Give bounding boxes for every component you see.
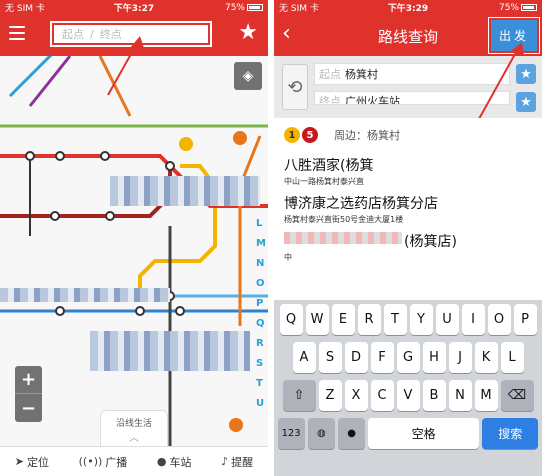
mic-key[interactable]: ● (337, 418, 366, 449)
key-u[interactable]: U (435, 304, 459, 335)
bottom-nav: ➤ 定位 ((•)) 广播 ● 车站 ♪ 提醒 (0, 446, 268, 476)
key-h[interactable]: H (422, 342, 446, 373)
key-p[interactable]: P (513, 304, 537, 335)
result-name: 博济康之选药店杨箕分店 (284, 196, 438, 212)
key-z[interactable]: Z (318, 380, 342, 411)
line-badge: 1 (284, 127, 300, 143)
result-name: 八胜酒家(杨箕 (284, 158, 374, 174)
nearby-text: 周边：杨箕村 (334, 129, 400, 142)
location-icon: ➤ (14, 455, 25, 468)
delete-key[interactable]: ⌫ (500, 380, 534, 411)
nav-item-locate[interactable]: ➤ 定位 (15, 454, 49, 470)
nav-item-station[interactable]: ● 车站 (157, 454, 192, 470)
nav-label: 提醒 (231, 455, 254, 469)
svg-text:N: N (256, 258, 264, 269)
broadcast-icon: ((•)) (78, 455, 103, 468)
key-w[interactable]: W (305, 304, 329, 335)
nearby-row: 1 5 周边：杨箕村 (284, 118, 532, 152)
svg-text:Q: Q (256, 318, 265, 329)
chevron-up-icon: ︿ (129, 433, 139, 444)
result-address: 杨箕村泰兴直街50号金迪大厦1楼 (284, 215, 404, 224)
result-address: 中山一路杨箕村泰兴直 (284, 177, 364, 186)
zoom-control: + − (15, 366, 42, 422)
key-o[interactable]: O (487, 304, 511, 335)
svg-text:P: P (256, 298, 263, 309)
blurred-region (284, 232, 402, 244)
key-f[interactable]: F (370, 342, 394, 373)
numbers-key[interactable]: 123 (277, 418, 305, 449)
svg-text:U: U (256, 398, 264, 409)
svg-text:T: T (256, 378, 263, 389)
list-item[interactable]: 八胜酒家(杨箕 中山一路杨箕村泰兴直 (284, 152, 532, 190)
left-phone-screen: 无 SIM 卡 下午3:27 75% 起点 / 终点 ★ L M N O P Q… (0, 0, 268, 476)
svg-text:O: O (256, 278, 265, 289)
key-j[interactable]: J (448, 342, 472, 373)
key-k[interactable]: K (474, 342, 498, 373)
svg-text:M: M (256, 238, 266, 249)
key-r[interactable]: R (357, 304, 381, 335)
zoom-in-button[interactable]: + (15, 366, 42, 394)
key-a[interactable]: A (292, 342, 316, 373)
nav-item-broadcast[interactable]: ((•)) 广播 (79, 454, 128, 470)
key-n[interactable]: N (448, 380, 472, 411)
key-v[interactable]: V (396, 380, 420, 411)
key-x[interactable]: X (344, 380, 368, 411)
blurred-region (110, 176, 260, 206)
result-address: 中 (284, 253, 292, 262)
key-b[interactable]: B (422, 380, 446, 411)
zoom-out-button[interactable]: − (15, 394, 42, 422)
list-item[interactable]: (杨箕店) 中 (284, 228, 532, 266)
key-q[interactable]: Q (279, 304, 303, 335)
microphone-icon: ● (347, 428, 356, 439)
svg-text:L: L (256, 218, 263, 229)
key-l[interactable]: L (500, 342, 524, 373)
svg-text:S: S (256, 358, 263, 369)
bell-icon: ♪ (221, 455, 229, 468)
key-m[interactable]: M (474, 380, 498, 411)
nav-item-reminder[interactable]: ♪ 提醒 (221, 454, 253, 470)
shift-arrow-icon: ⇧ (293, 388, 305, 403)
search-key[interactable]: 搜索 (482, 418, 539, 449)
list-item[interactable]: 博济康之选药店杨箕分店 杨箕村泰兴直街50号金迪大厦1楼 (284, 190, 532, 228)
globe-key[interactable]: ◍ (307, 418, 335, 449)
key-c[interactable]: C (370, 380, 394, 411)
line-badge: 5 (302, 127, 318, 143)
key-i[interactable]: I (461, 304, 485, 335)
key-y[interactable]: Y (409, 304, 433, 335)
nav-label: 广播 (105, 455, 128, 469)
blurred-region (90, 331, 250, 371)
along-life-tab[interactable]: 沿线生活 ︿ (100, 410, 168, 446)
nav-label: 定位 (27, 455, 50, 469)
key-t[interactable]: T (383, 304, 407, 335)
key-g[interactable]: G (396, 342, 420, 373)
along-life-label: 沿线生活 (115, 419, 152, 429)
key-e[interactable]: E (331, 304, 355, 335)
key-d[interactable]: D (344, 342, 368, 373)
shift-key[interactable]: ⇧ (282, 380, 316, 411)
keyboard: QWERTYUIOP ASDFGHJKL ⇧ ZXCVBNM ⌫ 123 ◍ ●… (274, 300, 542, 476)
blurred-region (0, 288, 170, 302)
right-phone-screen: 无 SIM 卡 下午3:29 75% ‹ 路线查询 出发 ⟲ 起点 杨箕村 ★ … (274, 0, 542, 476)
svg-text:R: R (256, 338, 264, 349)
results-list: 1 5 周边：杨箕村 八胜酒家(杨箕 中山一路杨箕村泰兴直 博济康之选药店杨箕分… (274, 118, 542, 298)
backspace-icon: ⌫ (507, 388, 527, 403)
key-s[interactable]: S (318, 342, 342, 373)
globe-icon: ◍ (316, 428, 326, 439)
nav-label: 车站 (169, 455, 192, 469)
space-key[interactable]: 空格 (368, 418, 480, 449)
station-pin-icon: ● (156, 455, 167, 468)
annotation-arrow (107, 36, 144, 96)
